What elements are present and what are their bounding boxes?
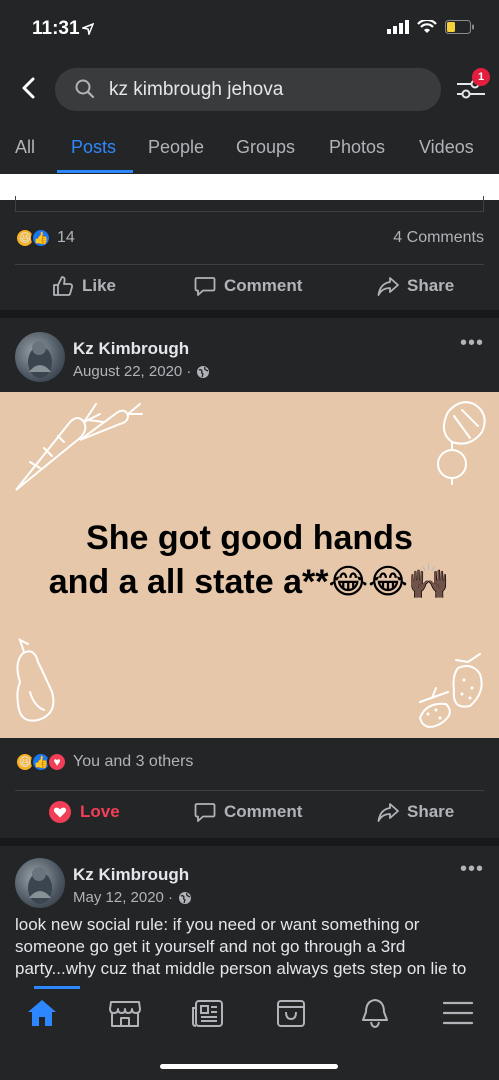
reaction-summary-text: You and 3 others <box>73 753 194 770</box>
like-label: Like <box>82 276 117 295</box>
post-date-text: May 12, 2020 · <box>73 889 174 906</box>
love-label: Love <box>80 802 120 821</box>
globe-icon <box>197 365 210 378</box>
status-icons <box>387 18 475 39</box>
post-card: Kz Kimbrough May 12, 2020 · ••• look new… <box>0 846 499 986</box>
love-button[interactable]: Love <box>48 790 120 834</box>
thumbs-up-icon <box>53 276 74 296</box>
home-indicator[interactable] <box>160 1064 338 1069</box>
nav-shop[interactable] <box>273 998 309 1028</box>
hamburger-menu-icon <box>442 1001 474 1025</box>
reactions-summary[interactable]: 😆 👍 14 <box>15 228 75 248</box>
more-options-icon[interactable]: ••• <box>460 858 484 881</box>
reaction-count: 14 <box>57 229 75 246</box>
globe-icon <box>179 891 192 904</box>
reactions-summary[interactable]: 😆 👍 ♥ You and 3 others <box>15 752 193 772</box>
search-icon <box>75 79 95 104</box>
like-button[interactable]: Like <box>52 264 116 308</box>
post-card: 😆 👍 14 4 Comments Like Comment Share <box>0 196 499 310</box>
search-header: kz kimbrough jehova 1 <box>0 56 499 122</box>
post-date: May 12, 2020 · <box>73 889 192 906</box>
newspaper-icon <box>192 1000 223 1027</box>
signal-icon <box>387 20 409 39</box>
love-reaction-icon <box>49 801 71 823</box>
filter-badge: 1 <box>472 68 490 86</box>
tab-people[interactable]: People <box>148 137 204 158</box>
share-label: Share <box>407 802 455 821</box>
search-query: kz kimbrough jehova <box>109 79 284 100</box>
love-reaction-icon: ♥ <box>47 752 67 772</box>
bottom-tab-bar <box>0 986 499 1080</box>
nav-news[interactable] <box>190 998 226 1028</box>
post-card: Kz Kimbrough August 22, 2020 · ••• She g… <box>0 318 499 838</box>
wifi-icon <box>417 18 437 39</box>
comment-bubble-icon <box>194 277 216 296</box>
comment-label: Comment <box>224 276 303 295</box>
back-button[interactable] <box>16 74 42 102</box>
image-card-text: She got good hands and a all state a**😂😂… <box>0 516 499 604</box>
home-icon <box>28 1000 56 1026</box>
share-arrow-icon <box>377 277 399 296</box>
comment-button[interactable]: Comment <box>194 790 302 834</box>
image-card-line: She got good hands <box>86 519 413 557</box>
back-arrow-icon <box>22 77 35 99</box>
nav-home[interactable] <box>24 998 60 1028</box>
active-tab-indicator <box>57 170 133 173</box>
tab-all[interactable]: All <box>15 137 35 158</box>
image-card-line: and a all state a**😂😂🙌🏿 <box>48 563 451 601</box>
comments-count[interactable]: 4 Comments <box>393 229 484 247</box>
active-nav-indicator <box>34 986 80 989</box>
post-date: August 22, 2020 · <box>73 363 210 380</box>
more-options-icon[interactable]: ••• <box>460 332 484 355</box>
share-arrow-icon <box>377 803 399 822</box>
bell-icon <box>362 999 388 1028</box>
status-bar: 11:31 <box>0 0 499 56</box>
share-button[interactable]: Share <box>377 790 454 834</box>
status-time: 11:31 <box>32 18 80 39</box>
battery-icon <box>445 20 475 39</box>
comment-label: Comment <box>224 802 303 821</box>
like-reaction-icon: 👍 <box>31 228 51 248</box>
post-actions: Like Comment Share <box>0 264 499 308</box>
avatar[interactable] <box>15 858 65 908</box>
location-arrow-icon <box>80 22 95 40</box>
post-attachment-edge <box>15 196 484 212</box>
post-image-card[interactable]: She got good hands and a all state a**😂😂… <box>0 392 499 738</box>
nav-notifications[interactable] <box>357 998 393 1028</box>
tab-groups[interactable]: Groups <box>236 137 295 158</box>
comment-bubble-icon <box>194 803 216 822</box>
tab-videos[interactable]: Videos <box>419 137 474 158</box>
nav-menu[interactable] <box>440 998 476 1028</box>
comment-button[interactable]: Comment <box>194 264 302 308</box>
post-text: look new social rule: if you need or wan… <box>15 915 467 978</box>
post-author[interactable]: Kz Kimbrough <box>73 865 189 885</box>
search-input[interactable]: kz kimbrough jehova <box>55 68 441 111</box>
tab-posts[interactable]: Posts <box>71 137 116 158</box>
post-actions: Love Comment Share <box>0 790 499 834</box>
search-tabs: All Posts People Groups Photos Videos <box>0 122 499 174</box>
share-label: Share <box>407 276 455 295</box>
nav-marketplace[interactable] <box>107 998 143 1028</box>
tab-photos[interactable]: Photos <box>329 137 385 158</box>
post-author[interactable]: Kz Kimbrough <box>73 339 189 359</box>
post-date-text: August 22, 2020 · <box>73 363 192 380</box>
marketplace-icon <box>109 1001 141 1027</box>
share-button[interactable]: Share <box>377 264 454 308</box>
shopping-bag-icon <box>277 1000 305 1027</box>
avatar[interactable] <box>15 332 65 382</box>
